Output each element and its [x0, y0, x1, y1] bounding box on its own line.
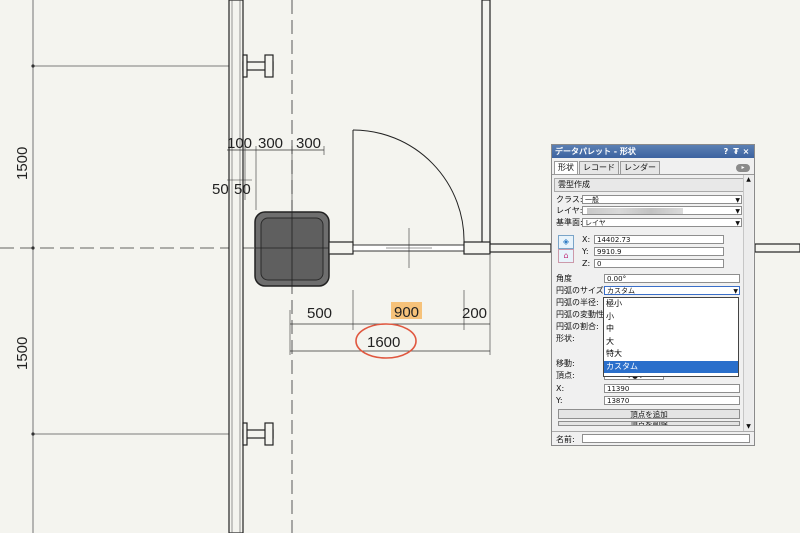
arc-var-label: 円弧の変動性:	[556, 310, 607, 319]
option-custom[interactable]: カスタム	[604, 360, 738, 373]
vy-field[interactable]: 13870	[604, 396, 740, 405]
arc-size-select[interactable]: カスタム ▼	[604, 286, 740, 295]
wall-left	[228, 0, 244, 533]
chevron-down-icon: ▼	[735, 208, 740, 215]
add-vertex-button[interactable]: 頂点を追加	[558, 409, 740, 419]
tab-shape[interactable]: 形状	[554, 161, 578, 174]
y-label: Y:	[582, 247, 589, 256]
palette-scrollbar[interactable]: ▲ ▼	[743, 175, 753, 431]
chevron-down-icon: ▼	[735, 220, 740, 227]
dim-tick	[31, 64, 35, 68]
data-palette[interactable]: データパレット - 形状 ? ₮ × 形状 レコード レンダー ▸ 雲型作成 ク…	[551, 144, 755, 446]
dim-1500-top: 1500	[14, 147, 31, 180]
palette-tabs: 形状 レコード レンダー ▸	[552, 158, 754, 175]
angle-label: 角度	[556, 274, 572, 283]
z-row: Z: 0	[554, 259, 742, 269]
dim-1600: 1600	[367, 334, 400, 351]
plane-row: 基準面: レイヤ ▼	[554, 218, 742, 228]
dim-300-a: 300	[258, 135, 283, 152]
option-small[interactable]: 小	[604, 311, 738, 324]
delete-vertex-button[interactable]: 頂点を削除	[558, 421, 740, 426]
wall-stub	[463, 241, 491, 255]
wall-horizontal	[489, 243, 552, 253]
option-xsmall[interactable]: 極小	[604, 298, 738, 311]
layer-label: レイヤ:	[556, 206, 583, 215]
shape-label: 形状:	[556, 334, 575, 343]
wall-horizontal-right	[754, 243, 800, 253]
x-row: X: 14402.73	[554, 235, 742, 245]
move-label: 移動:	[556, 359, 575, 368]
plane-label: 基準面:	[556, 218, 583, 227]
dim-300-b: 300	[296, 135, 321, 152]
close-button[interactable]: ×	[741, 145, 751, 158]
y-field[interactable]: 9910.9	[594, 247, 724, 256]
arc-size-label: 円弧のサイズ:	[556, 286, 607, 295]
dim-tick	[31, 432, 35, 436]
more-options-icon[interactable]: ▸	[736, 164, 750, 172]
option-medium[interactable]: 中	[604, 323, 738, 336]
dim-50-b: 50	[234, 181, 251, 198]
palette-title: データパレット - 形状	[555, 147, 636, 156]
layer-row: レイヤ: ▼	[554, 206, 742, 216]
help-button[interactable]: ?	[721, 145, 731, 158]
name-bar: 名前:	[552, 431, 754, 445]
chevron-down-icon: ▼	[735, 197, 740, 204]
chevron-down-icon: ▼	[733, 288, 738, 295]
option-large[interactable]: 大	[604, 336, 738, 349]
z-label: Z:	[582, 259, 591, 268]
class-select[interactable]: 一般 ▼	[582, 195, 742, 204]
z-field[interactable]: 0	[594, 259, 724, 268]
dim-50-a: 50	[212, 181, 229, 198]
palette-titlebar[interactable]: データパレット - 形状 ? ₮ ×	[552, 145, 754, 158]
scroll-up-icon[interactable]: ▲	[744, 175, 753, 184]
blurred-layer-name	[587, 208, 683, 214]
x-label: X:	[582, 235, 591, 244]
wall-right	[481, 0, 491, 252]
arc-radius-label: 円弧の半径:	[556, 298, 599, 307]
vy-label: Y:	[556, 396, 563, 405]
dim-1500-bottom: 1500	[14, 337, 31, 370]
dim-500: 500	[307, 305, 332, 322]
vx-label: X:	[556, 384, 565, 393]
tab-render[interactable]: レンダー	[620, 161, 660, 174]
class-row: クラス: 一般 ▼	[554, 195, 742, 205]
vertex-label: 頂点:	[556, 371, 575, 380]
arc-size-dropdown[interactable]: 極小 小 中 大 特大 カスタム	[603, 297, 739, 377]
option-xlarge[interactable]: 特大	[604, 348, 738, 361]
x-field[interactable]: 14402.73	[594, 235, 724, 244]
vx-field[interactable]: 11390	[604, 384, 740, 393]
angle-field[interactable]: 0.00°	[604, 274, 740, 283]
column[interactable]	[254, 211, 330, 287]
vy-row: Y: 13870	[554, 396, 742, 406]
arc-ratio-label: 円弧の割合:	[556, 322, 599, 331]
plane-select[interactable]: レイヤ ▼	[582, 218, 742, 227]
name-label: 名前:	[556, 435, 575, 444]
dim-900: 900	[394, 304, 419, 321]
tab-record[interactable]: レコード	[579, 161, 619, 174]
section-header: 雲型作成	[554, 178, 752, 192]
dim-200: 200	[462, 305, 487, 322]
name-input[interactable]	[582, 434, 750, 443]
arc-size-row: 円弧のサイズ: カスタム ▼	[554, 286, 742, 296]
layer-select[interactable]: ▼	[582, 206, 742, 215]
vx-row: X: 11390	[554, 384, 742, 394]
pin-button[interactable]: ₮	[731, 145, 741, 158]
scroll-down-icon[interactable]: ▼	[744, 422, 753, 431]
dim-100: 100	[227, 135, 252, 152]
y-row: Y: 9910.9	[554, 247, 742, 257]
class-label: クラス:	[556, 195, 583, 204]
angle-row: 角度 0.00°	[554, 274, 742, 284]
